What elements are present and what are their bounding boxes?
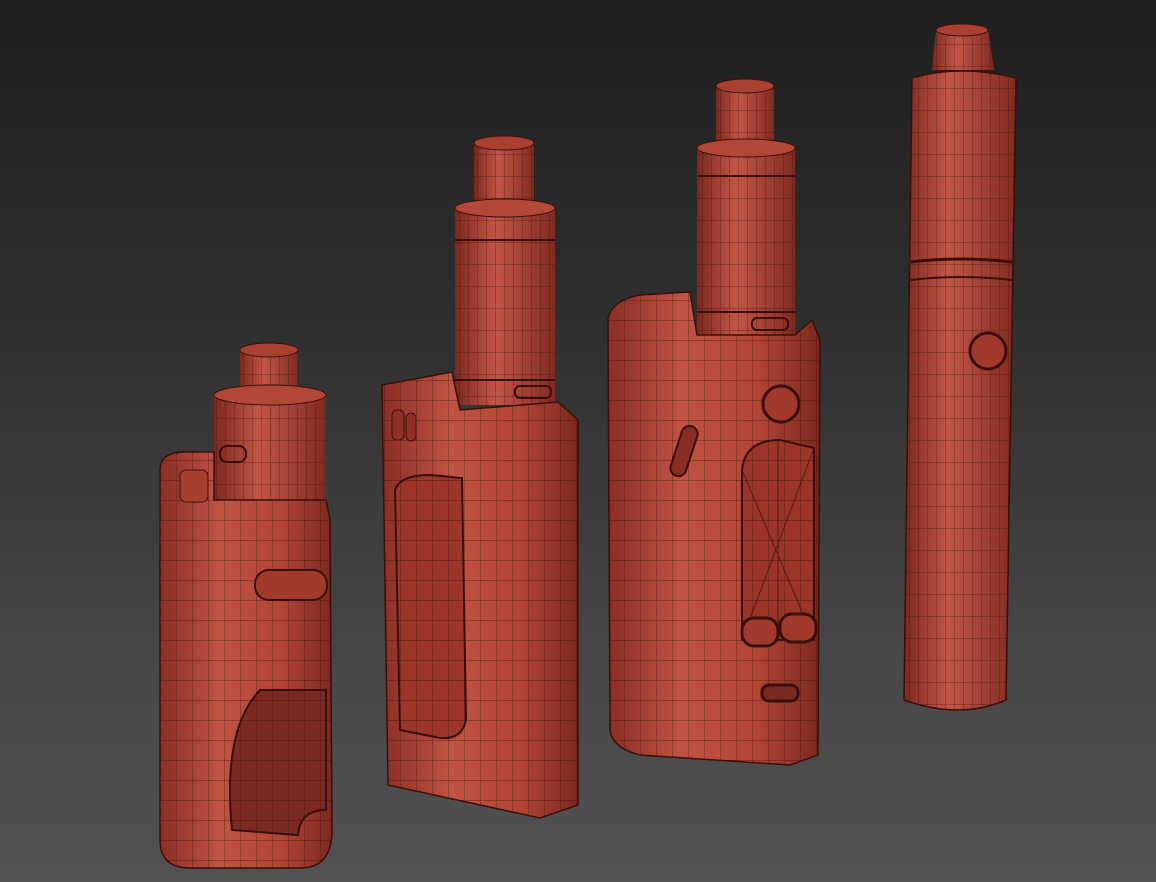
fire-button (761, 384, 801, 424)
mouthpiece (932, 23, 994, 70)
pen-style-vape[interactable] (903, 23, 1017, 711)
large-box-mod-with-screen[interactable] (607, 78, 821, 766)
box-mod-with-tall-tank[interactable] (381, 135, 579, 819)
fire-button (254, 569, 328, 601)
side-buttons (391, 409, 417, 442)
fire-button (968, 331, 1008, 371)
scene (159, 23, 1017, 869)
grip-panel (393, 473, 468, 740)
pen-body (903, 70, 1017, 711)
squonk-box-mod-with-tank[interactable] (159, 342, 333, 869)
squonk-bottle-cutout (228, 689, 327, 837)
tank (696, 138, 796, 335)
usb-port (760, 683, 800, 703)
display-screen (741, 438, 815, 641)
3d-viewport[interactable] (0, 0, 1156, 882)
tank (454, 198, 556, 405)
